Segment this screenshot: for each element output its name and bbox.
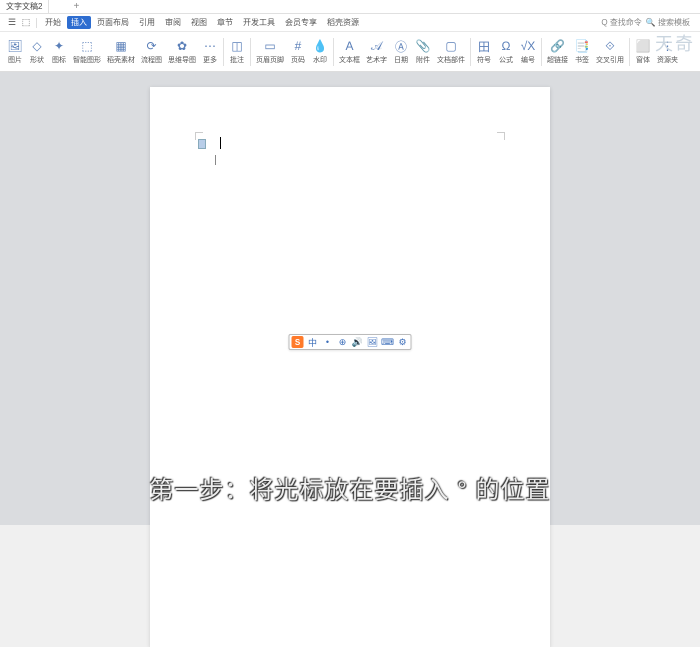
ime-lang-toggle[interactable]: 中 (307, 336, 319, 348)
docparts-icon: ▢ (443, 38, 459, 54)
tutorial-caption: 第一步：将光标放在要插入 ° 的位置 (150, 470, 551, 505)
mindmap-icon: ✿ (174, 38, 190, 54)
divider (223, 38, 224, 66)
ribbon-smartart[interactable]: ⬚智能图形 (70, 38, 104, 65)
ribbon-attachment[interactable]: 📎附件 (412, 38, 434, 65)
ribbon-headerfooter[interactable]: ▭页眉页脚 (253, 38, 287, 65)
picture-icon: 🖼 (7, 38, 23, 54)
ribbon-wordart[interactable]: 𝒜艺术字 (363, 38, 390, 65)
comment-icon: ◫ (229, 38, 245, 54)
shape-icon: ◇ (29, 38, 45, 54)
ribbon-hyperlink[interactable]: 🔗超链接 (544, 38, 571, 65)
document-canvas (0, 72, 700, 525)
menu-layout[interactable]: 页面布局 (93, 16, 133, 29)
ribbon-form[interactable]: ⬜窗体 (632, 38, 654, 65)
search-icon[interactable]: 🔍 搜索模板 (646, 17, 690, 28)
attachment-icon: 📎 (415, 38, 431, 54)
bookmark-icon: 📑 (574, 38, 590, 54)
document-tab-label: 文字文稿2 (6, 1, 42, 12)
ribbon-docer[interactable]: ▦稻壳素材 (104, 38, 138, 65)
margin-corner-tr (497, 132, 505, 140)
save-icon[interactable]: ⬚ (20, 17, 32, 29)
watermark-icon: 💧 (312, 38, 328, 54)
page[interactable] (150, 87, 550, 647)
ime-punct-toggle[interactable]: • (322, 336, 334, 348)
ime-emoji-icon[interactable]: ⊕ (337, 336, 349, 348)
ribbon-shape[interactable]: ◇形状 (26, 38, 48, 65)
menu-review[interactable]: 审阅 (161, 16, 185, 29)
new-tab-button[interactable]: + (69, 0, 83, 14)
ribbon-toolbar: 🖼图片 ◇形状 ✦图标 ⬚智能图形 ▦稻壳素材 ⟳流程图 ✿思维导图 ⋯更多 ◫… (0, 32, 700, 72)
divider (36, 18, 37, 28)
symbol-icon: 田 (476, 38, 492, 54)
ribbon-comment[interactable]: ◫批注 (226, 38, 248, 65)
docer-icon: ▦ (113, 38, 129, 54)
ribbon-textbox[interactable]: A文本框 (336, 38, 363, 65)
menu-view[interactable]: 视图 (187, 16, 211, 29)
hyperlink-icon: 🔗 (550, 38, 566, 54)
crossref-icon: ⟐ (602, 38, 618, 54)
menu-start[interactable]: 开始 (41, 16, 65, 29)
menu-insert[interactable]: 插入 (67, 16, 91, 29)
menu-devtools[interactable]: 开发工具 (239, 16, 279, 29)
divider (629, 38, 630, 66)
ibeam-pointer (215, 155, 216, 165)
menu-resources[interactable]: 稻壳资源 (323, 16, 363, 29)
divider (541, 38, 542, 66)
menu-chapter[interactable]: 章节 (213, 16, 237, 29)
divider (470, 38, 471, 66)
ribbon-symbol[interactable]: 田符号 (473, 38, 495, 65)
ime-toolbar[interactable]: S 中 • ⊕ 🔊 🖼 ⌨ ⚙ (289, 334, 412, 350)
text-cursor (220, 137, 221, 149)
form-icon: ⬜ (635, 38, 651, 54)
ribbon-picture[interactable]: 🖼图片 (4, 38, 26, 65)
ime-voice-icon[interactable]: 🔊 (352, 336, 364, 348)
smartart-icon: ⬚ (79, 38, 95, 54)
date-icon: Ⓐ (393, 38, 409, 54)
more-icon: ⋯ (202, 38, 218, 54)
ribbon-number[interactable]: √X编号 (517, 38, 539, 65)
app-menu-icon[interactable]: ☰ (6, 17, 18, 29)
menu-member[interactable]: 会员专享 (281, 16, 321, 29)
ime-settings-icon[interactable]: ⚙ (397, 336, 409, 348)
ribbon-docparts[interactable]: ▢文档部件 (434, 38, 468, 65)
menubar: ☰ ⬚ 开始 插入 页面布局 引用 审阅 视图 章节 开发工具 会员专享 稻壳资… (0, 14, 700, 32)
video-watermark: 天奇 (655, 30, 695, 56)
sogou-logo-icon[interactable]: S (292, 336, 304, 348)
ime-skin-icon[interactable]: 🖼 (367, 336, 379, 348)
ribbon-date[interactable]: Ⓐ日期 (390, 38, 412, 65)
document-tab[interactable]: 文字文稿2 (0, 0, 49, 14)
divider (250, 38, 251, 66)
ribbon-watermark[interactable]: 💧水印 (309, 38, 331, 65)
textbox-icon: A (342, 38, 358, 54)
ribbon-equation[interactable]: Ω公式 (495, 38, 517, 65)
ribbon-icon[interactable]: ✦图标 (48, 38, 70, 65)
quick-command-label[interactable]: Q 查找命令 (601, 17, 641, 28)
ribbon-flowchart[interactable]: ⟳流程图 (138, 38, 165, 65)
ribbon-crossref[interactable]: ⟐交叉引用 (593, 38, 627, 65)
pagenumber-icon: # (290, 38, 306, 54)
ribbon-pagenumber[interactable]: #页码 (287, 38, 309, 65)
ime-keyboard-icon[interactable]: ⌨ (382, 336, 394, 348)
equation-icon: Ω (498, 38, 514, 54)
titlebar: 文字文稿2 + (0, 0, 700, 14)
headerfooter-icon: ▭ (262, 38, 278, 54)
wordart-icon: 𝒜 (369, 38, 385, 54)
paragraph-mark-icon (198, 139, 206, 149)
ribbon-more[interactable]: ⋯更多 (199, 38, 221, 65)
ribbon-mindmap[interactable]: ✿思维导图 (165, 38, 199, 65)
search-area: Q 查找命令 🔍 搜索模板 (601, 17, 690, 28)
icons-icon: ✦ (51, 38, 67, 54)
divider (333, 38, 334, 66)
flowchart-icon: ⟳ (144, 38, 160, 54)
ribbon-bookmark[interactable]: 📑书签 (571, 38, 593, 65)
number-icon: √X (520, 38, 536, 54)
menu-reference[interactable]: 引用 (135, 16, 159, 29)
